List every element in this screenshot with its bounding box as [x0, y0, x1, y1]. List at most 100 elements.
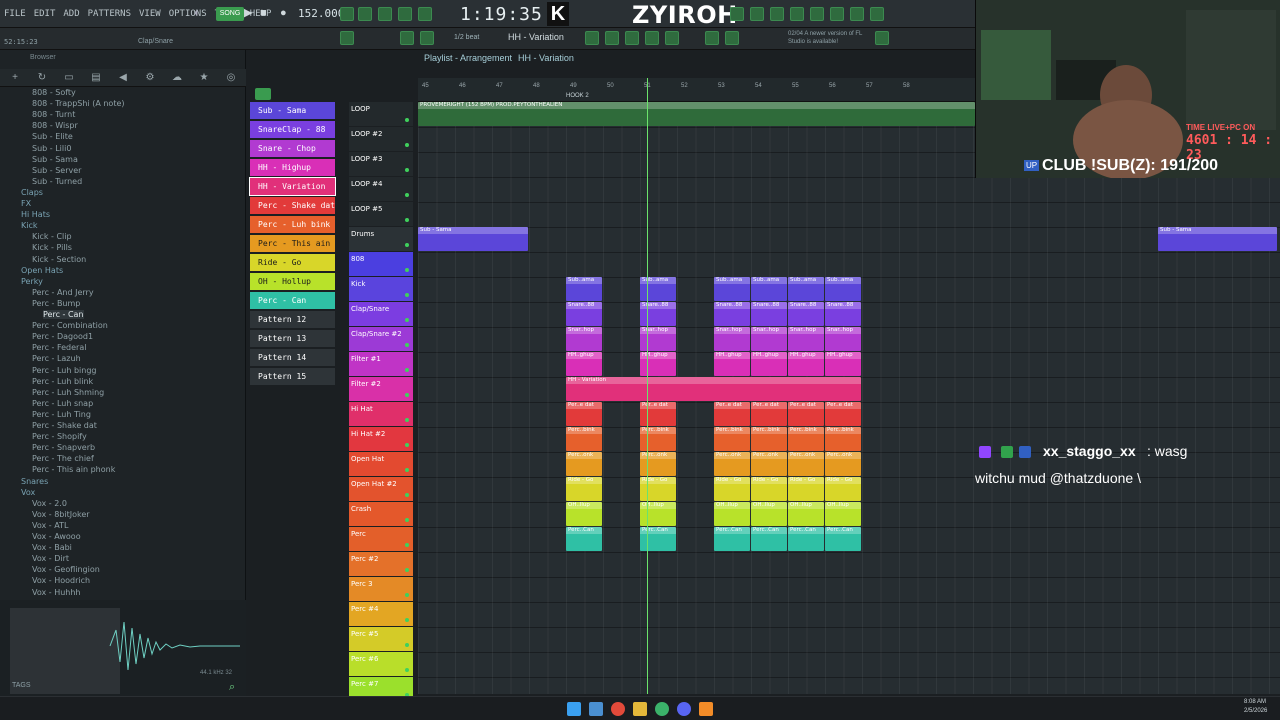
browser-folder[interactable]: Snares [21, 477, 48, 486]
ruler-bar-number[interactable]: 57 [866, 83, 873, 89]
pattern-item[interactable]: Sub - Sama [250, 102, 335, 119]
browser-folder[interactable]: Perky [21, 277, 43, 286]
browser-item[interactable]: 808 - TrappShi (A note) [32, 99, 125, 108]
pattern-item[interactable]: Perc - This ain phonk [250, 235, 335, 252]
ruler-bar-number[interactable]: 45 [422, 83, 429, 89]
ruler-bar-number[interactable]: 56 [829, 83, 836, 89]
track-header[interactable]: Filter #2 [349, 377, 413, 401]
pattern-item[interactable]: HH - Variation [249, 177, 336, 196]
track-header[interactable]: LOOP #5 [349, 202, 413, 226]
pattern-clip[interactable]: OH..llup [566, 502, 602, 526]
playlist-grid[interactable]: PROVEMERIGHT (152 BPM) PROD.PEYTONTHEALI… [418, 102, 1280, 694]
browser-item[interactable]: Perc - Combination [32, 321, 108, 330]
track-mute-led[interactable] [405, 493, 409, 497]
menu-add[interactable]: ADD [59, 9, 83, 19]
chrome-profile-icon[interactable] [655, 702, 669, 716]
pattern-clip[interactable]: Sub..ama [640, 277, 676, 301]
automation-icon[interactable] [625, 31, 639, 45]
tags-label[interactable]: TAGS [12, 682, 31, 689]
ruler-bar-number[interactable]: 53 [718, 83, 725, 89]
track-header[interactable]: 808 [349, 252, 413, 276]
pattern-clip[interactable]: HH..ghup [640, 352, 676, 376]
track-header[interactable]: LOOP #2 [349, 127, 413, 151]
track-header[interactable]: LOOP [349, 102, 413, 126]
pattern-item[interactable]: Perc - Luh bink [250, 216, 335, 233]
browser-folder[interactable]: Vox [21, 488, 35, 497]
browser-item[interactable]: Perc - Luh Shming [32, 388, 104, 397]
browser-item[interactable]: 808 - Wispr [32, 121, 78, 130]
track-header[interactable]: Open Hat #2 [349, 477, 413, 501]
task-view-icon[interactable] [589, 702, 603, 716]
plus-icon[interactable]: + [6, 70, 24, 86]
song-position-display[interactable]: 1:19:35 [460, 4, 543, 25]
pattern-clip[interactable]: Snar..hop [566, 327, 602, 351]
pattern-clip[interactable]: OH..llup [788, 502, 824, 526]
piano-roll-icon[interactable] [770, 7, 784, 21]
ruler-bar-number[interactable]: 47 [496, 83, 503, 89]
menu-patterns[interactable]: PATTERNS [84, 9, 135, 19]
browser-item[interactable]: Sub - Server [32, 166, 81, 175]
track-mute-led[interactable] [405, 393, 409, 397]
pattern-clip[interactable]: Snare..88 [566, 302, 602, 326]
pattern-item[interactable]: SnareClap - 88 [250, 121, 335, 138]
pattern-clip[interactable]: HH..ghup [751, 352, 787, 376]
menu-edit[interactable]: EDIT [30, 9, 60, 19]
track-header[interactable]: Perc [349, 527, 413, 551]
track-mute-led[interactable] [405, 468, 409, 472]
pattern-clip[interactable]: HH..ghup [566, 352, 602, 376]
pattern-clip[interactable]: Perc..bink [714, 427, 750, 451]
browser-item[interactable]: Perc - Luh bingg [32, 366, 96, 375]
track-header[interactable]: Perc #2 [349, 552, 413, 576]
pattern-item[interactable]: Perc - Can [250, 292, 335, 309]
browser-folder[interactable]: FX [21, 199, 31, 208]
pattern-clip[interactable]: Perc..bink [751, 427, 787, 451]
pattern-clip[interactable]: Sub..ama [751, 277, 787, 301]
mixer-icon[interactable] [730, 7, 744, 21]
pattern-item[interactable]: Ride - Go [250, 254, 335, 271]
star-icon[interactable]: ★ [195, 70, 213, 86]
browser-item[interactable]: Sub - Sama [32, 155, 78, 164]
track-mute-led[interactable] [405, 343, 409, 347]
browser-item[interactable]: Vox - Hoodrich [32, 576, 90, 585]
browser-item[interactable]: Perc - Luh Ting [32, 410, 91, 419]
pattern-item[interactable]: Pattern 14 [250, 349, 335, 366]
browser-folder[interactable]: Claps [21, 188, 43, 197]
playlist-view-icon[interactable] [255, 88, 271, 100]
browser-item[interactable]: Perc - And Jerry [32, 288, 94, 297]
ruler-bar-number[interactable]: 54 [755, 83, 762, 89]
pattern-item[interactable]: Pattern 15 [250, 368, 335, 385]
pattern-clip[interactable]: Snare..88 [788, 302, 824, 326]
file-icon[interactable]: ▤ [87, 70, 105, 86]
pattern-clip[interactable]: Per..e dat [640, 402, 676, 426]
ruler-bar-number[interactable]: 52 [681, 83, 688, 89]
playlist-pattern[interactable]: HH - Variation [518, 53, 574, 63]
timeline-ruler[interactable]: HOOK 2 4546474849505152535455565758 [418, 78, 975, 102]
browser-item[interactable]: Vox - Babi [32, 543, 72, 552]
track-header[interactable]: Clap/Snare [349, 302, 413, 326]
pattern-item[interactable]: Pattern 12 [250, 311, 335, 328]
track-mute-led[interactable] [405, 218, 409, 222]
browser-item[interactable]: Vox - Dirt [32, 554, 69, 563]
taskbar-clock-time[interactable]: 8:08 AM [1244, 699, 1266, 705]
tuner-icon[interactable] [725, 31, 739, 45]
pattern-clip[interactable]: Per..e dat [751, 402, 787, 426]
track-header[interactable]: Crash [349, 502, 413, 526]
track-header[interactable]: Hi Hat [349, 402, 413, 426]
track-mute-led[interactable] [405, 168, 409, 172]
ruler-bar-number[interactable]: 46 [459, 83, 466, 89]
pattern-clip[interactable]: Perc..Can [751, 527, 787, 551]
track-mute-led[interactable] [405, 543, 409, 547]
pattern-clip[interactable]: Perc..Can [566, 527, 602, 551]
song-mode-button[interactable]: SONG [216, 7, 244, 21]
pattern-item[interactable]: HH - Highup [250, 159, 335, 176]
browser-item[interactable]: Perc - Bump [32, 299, 80, 308]
paint-tool-icon[interactable] [420, 31, 434, 45]
fl-studio-icon[interactable] [699, 702, 713, 716]
browser-item[interactable]: Sub - Turned [32, 177, 82, 186]
marker-hook-2[interactable]: HOOK 2 [566, 93, 589, 99]
browser-toggle-icon[interactable] [790, 7, 804, 21]
pattern-clip[interactable]: Perc..bink [788, 427, 824, 451]
refresh-icon[interactable]: ↻ [33, 70, 51, 86]
pattern-clip[interactable]: Sub - Sama [1158, 227, 1278, 251]
windows-start-icon[interactable] [567, 702, 581, 716]
